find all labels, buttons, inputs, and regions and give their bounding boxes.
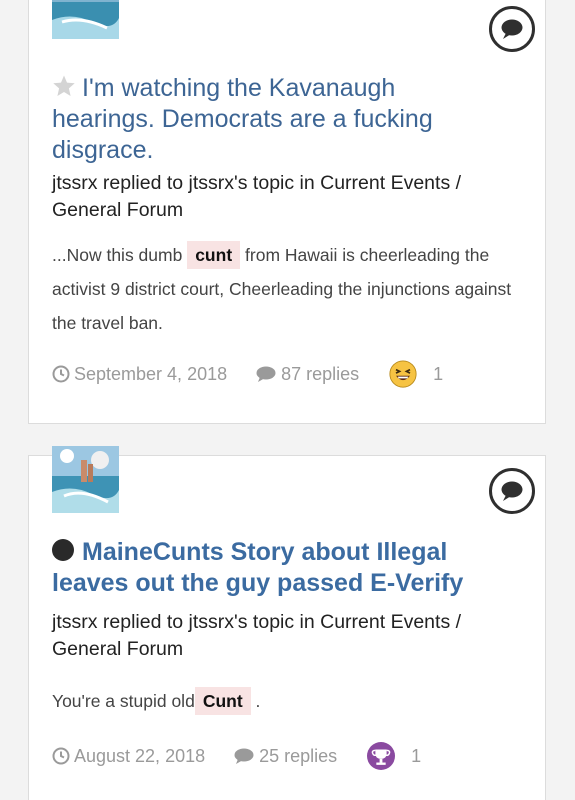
- reaction-count: 1: [411, 745, 422, 766]
- date-text: August 22, 2018: [74, 745, 206, 766]
- post-date[interactable]: September 4, 2018: [52, 364, 227, 385]
- post-snippet: ...Now this dumb cunt from Hawaii is che…: [52, 238, 521, 340]
- replies-count[interactable]: 87 replies: [255, 364, 359, 385]
- clock-icon: [52, 747, 70, 765]
- date-text: September 4, 2018: [74, 363, 228, 384]
- post-title-text[interactable]: I'm watching the Kavanaugh hearings. Dem…: [52, 74, 433, 164]
- speech-bubble-icon: [501, 19, 523, 39]
- replies-count[interactable]: 25 replies: [233, 746, 337, 767]
- snippet-text: .: [255, 691, 261, 711]
- speech-bubble-icon: [501, 481, 523, 501]
- clock-icon: [52, 365, 70, 383]
- post-meta: jtssrx replied to jtssrx's topic in Curr…: [52, 172, 462, 221]
- comment-button[interactable]: [489, 468, 535, 514]
- trophy-icon[interactable]: [367, 740, 399, 772]
- search-highlight: cunt: [187, 241, 241, 269]
- activity-feed: I'm watching the Kavanaugh hearings. Dem…: [0, 0, 575, 800]
- replies-text: 25 replies: [259, 745, 338, 766]
- comment-icon: [234, 748, 254, 764]
- activity-card: MaineCunts Story about Illegal leaves ou…: [28, 446, 546, 800]
- post-date[interactable]: August 22, 2018: [52, 746, 205, 767]
- reaction[interactable]: 1: [389, 358, 443, 390]
- replies-text: 87 replies: [281, 363, 360, 384]
- comment-button[interactable]: [489, 6, 535, 52]
- post-title[interactable]: MaineCunts Story about Illegal leaves ou…: [52, 537, 485, 599]
- avatar[interactable]: [52, 0, 119, 39]
- avatar[interactable]: [52, 446, 119, 513]
- post-footer: August 22, 2018 25 replies 1: [52, 740, 525, 772]
- star-icon[interactable]: [52, 74, 76, 98]
- post-snippet: You're a stupid old Cunt .: [52, 684, 521, 718]
- search-highlight: Cunt: [194, 687, 251, 715]
- comment-icon: [256, 366, 276, 382]
- post-footer: September 4, 2018 87 replies 1: [52, 358, 525, 390]
- laughing-face-icon[interactable]: [389, 358, 421, 390]
- reaction-count: 1: [433, 363, 444, 384]
- post-title-text[interactable]: MaineCunts Story about Illegal leaves ou…: [52, 538, 463, 597]
- reaction[interactable]: 1: [367, 740, 421, 772]
- unread-dot-icon: [52, 539, 74, 561]
- activity-card: I'm watching the Kavanaugh hearings. Dem…: [28, 0, 546, 424]
- snippet-text: You're a stupid old: [52, 691, 195, 711]
- snippet-text: ...Now this dumb: [52, 245, 183, 265]
- post-meta: jtssrx replied to jtssrx's topic in Curr…: [52, 611, 462, 660]
- post-title[interactable]: I'm watching the Kavanaugh hearings. Dem…: [52, 73, 475, 166]
